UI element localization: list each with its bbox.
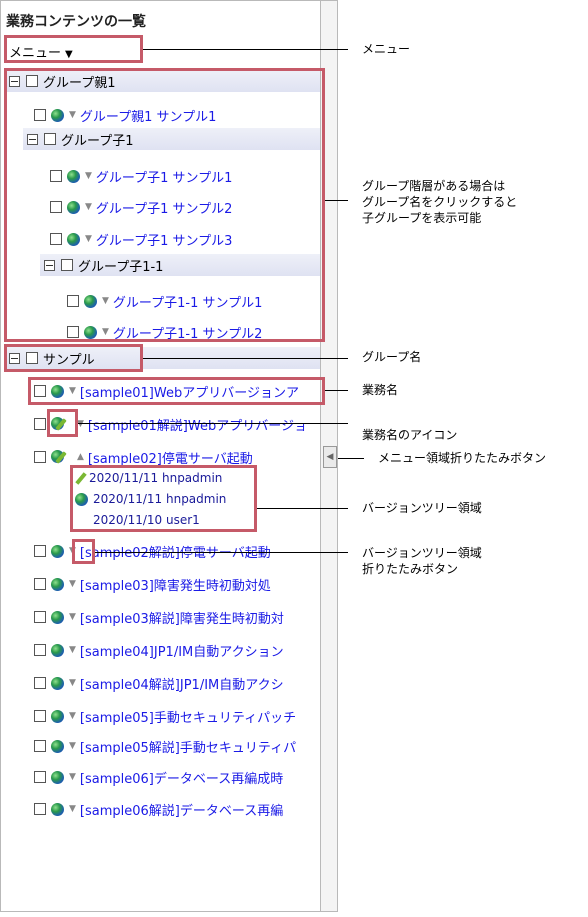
callout-group-hierarchy: グループ階層がある場合は グループ名をクリックすると 子グループを表示可能 (362, 179, 518, 225)
highlight-group-name (4, 344, 143, 372)
list-item[interactable]: ▼ [sample05解説]手動セキュリティパ (34, 735, 296, 757)
checkbox-icon[interactable] (34, 740, 46, 752)
list-item[interactable]: ▼ [sample03]障害発生時初動対処 (34, 573, 271, 595)
globe-icon (51, 544, 64, 558)
leader-line (338, 458, 364, 459)
checkbox-icon[interactable] (34, 710, 46, 722)
checkbox-icon[interactable] (34, 803, 46, 815)
chevron-up-icon[interactable]: ▲ (77, 452, 84, 462)
callout-version-tree: バージョンツリー領域 (362, 501, 482, 515)
chevron-down-icon[interactable]: ▼ (69, 678, 76, 688)
highlight-menu (4, 35, 143, 63)
chevron-down-icon[interactable]: ▼ (69, 579, 76, 589)
highlight-business-name (28, 377, 325, 405)
chevron-down-icon[interactable]: ▼ (69, 741, 76, 751)
business-link[interactable]: [sample03]障害発生時初動対処 (80, 575, 271, 594)
checkbox-icon[interactable] (34, 451, 46, 463)
business-link[interactable]: [sample01解説]Webアプリバージョ (88, 415, 307, 434)
list-item[interactable]: ▼ [sample06解説]データベース再編 (34, 798, 283, 820)
leader-line (325, 390, 348, 391)
chevron-down-icon[interactable]: ▼ (69, 772, 76, 782)
highlight-group-hierarchy (4, 68, 325, 342)
callout-business-icon: 業務名のアイコン (362, 428, 458, 442)
business-link[interactable]: [sample04解説]JP1/IM自動アクシ (80, 674, 284, 693)
list-item[interactable]: ▼ [sample06]データベース再編成時 (34, 766, 283, 788)
chevron-down-icon[interactable]: ▼ (69, 645, 76, 655)
collapse-menu-button[interactable]: ◀ (323, 446, 337, 468)
globe-icon (51, 577, 64, 591)
globe-pencil-icon (51, 449, 71, 465)
business-link[interactable]: [sample02]停電サーバ起動 (88, 448, 253, 467)
globe-icon (51, 802, 64, 816)
checkbox-icon[interactable] (34, 418, 46, 430)
checkbox-icon[interactable] (34, 677, 46, 689)
checkbox-icon[interactable] (34, 644, 46, 656)
leader-line (143, 49, 348, 50)
leader-line (325, 200, 348, 201)
callout-menu: メニュー (362, 42, 411, 56)
globe-icon (51, 643, 64, 657)
list-item[interactable]: ▼ [sample03解説]障害発生時初動対 (34, 606, 284, 628)
globe-icon (51, 676, 64, 690)
list-item[interactable]: ▼ [sample05]手動セキュリティパッチ (34, 705, 296, 727)
list-item[interactable]: ▼ [sample04]JP1/IM自動アクション (34, 639, 284, 661)
chevron-down-icon[interactable]: ▼ (69, 612, 76, 622)
globe-icon (51, 739, 64, 753)
leader-line (257, 508, 348, 509)
checkbox-icon[interactable] (34, 771, 46, 783)
leader-line (78, 423, 348, 424)
business-link[interactable]: [sample06解説]データベース再編 (80, 800, 283, 819)
globe-icon (51, 709, 64, 723)
chevron-down-icon[interactable]: ▼ (69, 711, 76, 721)
business-link[interactable]: [sample04]JP1/IM自動アクション (80, 641, 284, 660)
callout-business-name: 業務名 (362, 383, 399, 397)
callout-version-collapse: バージョンツリー領域 折りたたみボタン (362, 546, 482, 576)
business-link[interactable]: [sample06]データベース再編成時 (80, 768, 283, 787)
chevron-down-icon[interactable]: ▼ (77, 419, 84, 429)
globe-icon (51, 770, 64, 784)
business-link[interactable]: [sample02解説]停電サーバ起動 (80, 542, 271, 561)
highlight-version-collapse (72, 539, 95, 564)
leader-line (95, 552, 348, 553)
business-link[interactable]: [sample03解説]障害発生時初動対 (80, 608, 284, 627)
checkbox-icon[interactable] (34, 545, 46, 557)
business-link[interactable]: [sample05]手動セキュリティパッチ (80, 707, 296, 726)
arrow-left-icon: ◀ (326, 452, 334, 462)
checkbox-icon[interactable] (34, 611, 46, 623)
callout-collapse-menu: メニュー領域折りたたみボタン (378, 451, 547, 465)
globe-icon (51, 610, 64, 624)
checkbox-icon[interactable] (34, 578, 46, 590)
callout-group-name: グループ名 (362, 350, 422, 364)
panel-title: 業務コンテンツの一覧 (6, 14, 146, 30)
list-item[interactable]: ▼ [sample02解説]停電サーバ起動 (34, 540, 271, 562)
list-item[interactable]: ▼ [sample04解説]JP1/IM自動アクシ (34, 672, 284, 694)
business-link[interactable]: [sample05解説]手動セキュリティパ (80, 737, 296, 756)
leader-line (143, 358, 348, 359)
highlight-version-tree (70, 465, 257, 532)
chevron-down-icon[interactable]: ▼ (69, 804, 76, 814)
highlight-business-icon (47, 409, 78, 437)
